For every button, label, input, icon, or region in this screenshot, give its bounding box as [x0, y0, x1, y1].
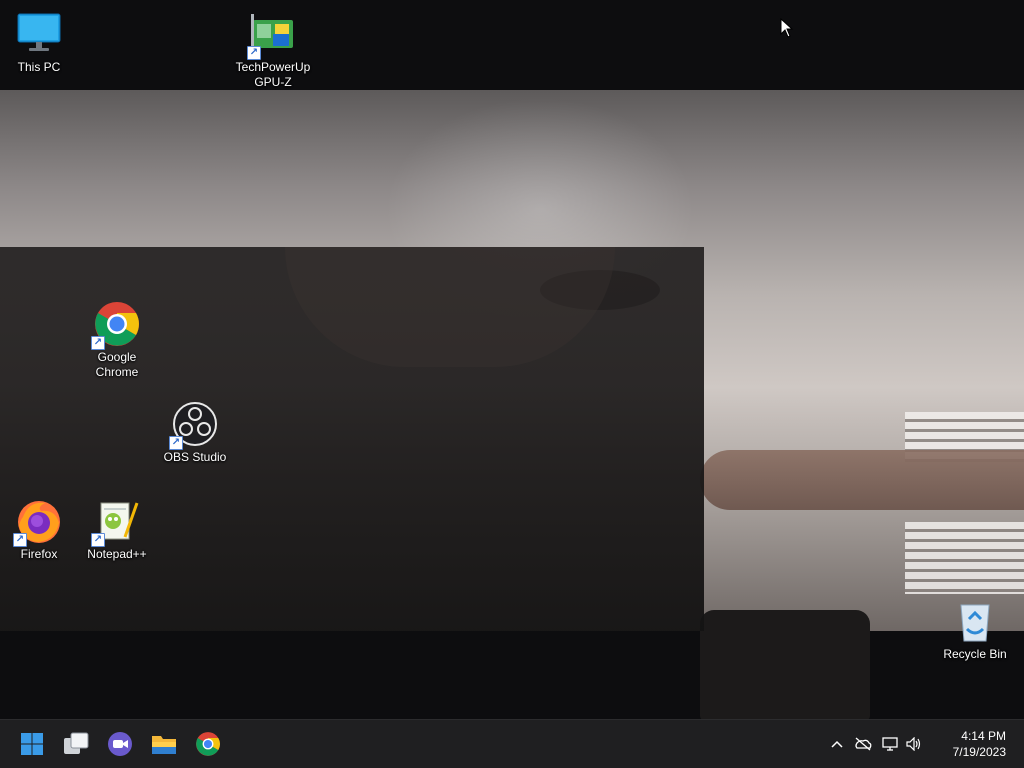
- shortcut-arrow-icon: ↗: [247, 46, 261, 60]
- display-icon: [882, 737, 898, 751]
- tray-volume-button[interactable]: [902, 729, 926, 759]
- task-view-icon: [64, 732, 89, 754]
- folder-icon: [152, 736, 176, 754]
- wallpaper-window-blinds: [905, 522, 1024, 594]
- taskbar-file-explorer-button[interactable]: [146, 726, 182, 762]
- system-tray: [826, 720, 926, 768]
- desktop-icon-gpu-z[interactable]: ↗ TechPowerUp GPU-Z: [235, 10, 311, 90]
- firefox-icon: ↗: [13, 497, 63, 547]
- tray-network-button[interactable]: [848, 729, 878, 759]
- desktop-icon-label: This PC: [17, 60, 61, 74]
- mouse-cursor-icon: [780, 18, 794, 38]
- taskbar-start-button[interactable]: [14, 726, 50, 762]
- desktop-icon-firefox[interactable]: ↗ Firefox: [1, 497, 77, 562]
- clock-time: 4:14 PM: [961, 729, 1006, 743]
- desktop-icon-label: OBS Studio: [163, 450, 227, 464]
- desktop-icon-google-chrome[interactable]: ↗ Google Chrome: [79, 300, 155, 380]
- taskbar-chrome-button[interactable]: [190, 726, 226, 762]
- taskbar: 4:14 PM 7/19/2023: [0, 719, 1024, 768]
- gpu-card-icon: ↗: [247, 10, 297, 60]
- monitor-icon: [15, 10, 63, 58]
- desktop-icon-label: Google Chrome: [95, 350, 139, 379]
- clock-date: 7/19/2023: [952, 745, 1006, 759]
- chevron-up-icon: [831, 740, 843, 748]
- wallpaper-chair: [700, 610, 870, 720]
- network-offline-icon: [855, 737, 872, 751]
- taskbar-chat-button[interactable]: [102, 726, 138, 762]
- wallpaper-arm: [700, 450, 1024, 510]
- taskbar-task-view-button[interactable]: [58, 726, 94, 762]
- recycle-bin-icon: [951, 597, 999, 645]
- shortcut-arrow-icon: ↗: [13, 533, 27, 547]
- chrome-icon: ↗: [91, 300, 141, 350]
- obs-icon: ↗: [169, 400, 219, 450]
- desktop-icon-label: Recycle Bin: [943, 647, 1007, 661]
- notepad-plus-plus-icon: ↗: [91, 497, 141, 547]
- chat-icon: [108, 732, 132, 756]
- tray-overflow-button[interactable]: [826, 729, 848, 759]
- shortcut-arrow-icon: ↗: [91, 336, 105, 350]
- desktop-icon-obs-studio[interactable]: ↗ OBS Studio: [157, 400, 233, 465]
- shortcut-arrow-icon: ↗: [169, 436, 183, 450]
- speaker-icon: [906, 737, 921, 751]
- desktop-icon-recycle-bin[interactable]: Recycle Bin: [937, 597, 1013, 662]
- desktop-icon-this-pc[interactable]: This PC: [1, 10, 77, 75]
- desktop-icon-label: TechPowerUp GPU-Z: [235, 60, 311, 89]
- desktop-icon-label: Firefox: [20, 547, 58, 561]
- windows-start-icon: [21, 733, 43, 755]
- shortcut-arrow-icon: ↗: [91, 533, 105, 547]
- taskbar-clock[interactable]: 4:14 PM 7/19/2023: [953, 728, 1006, 760]
- desktop-icon-label: Notepad++: [87, 547, 147, 561]
- desktop-icon-notepad-plus-plus[interactable]: ↗ Notepad++: [79, 497, 155, 562]
- chrome-icon: [196, 732, 220, 756]
- tray-display-button[interactable]: [878, 729, 902, 759]
